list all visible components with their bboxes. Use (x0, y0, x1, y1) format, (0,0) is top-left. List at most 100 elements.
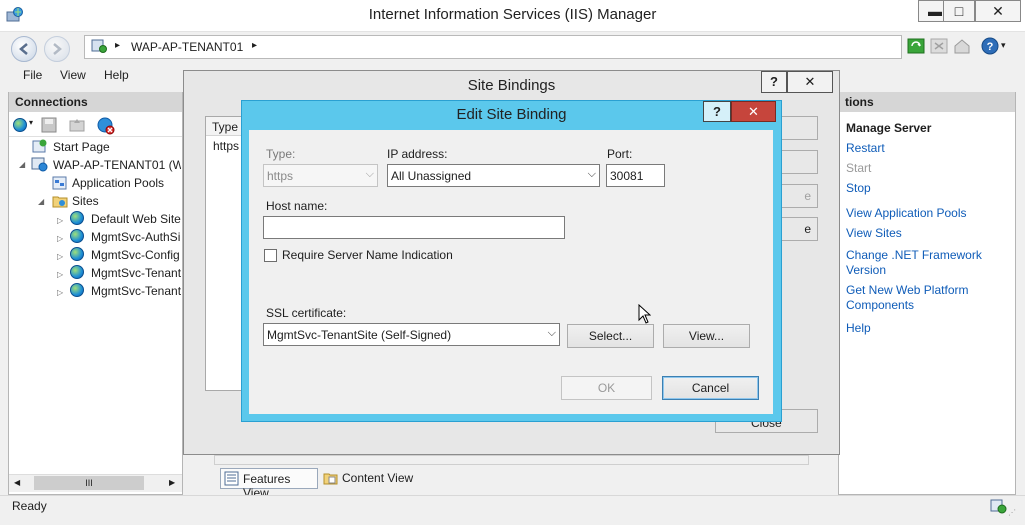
edit-binding-help-button[interactable]: ? (703, 101, 731, 122)
close-window-button[interactable]: ✕ (975, 0, 1021, 22)
mouse-cursor-icon (638, 304, 651, 324)
connections-toolbar (9, 113, 182, 137)
action-view-sites[interactable]: View Sites (846, 226, 902, 240)
site-globe-icon (70, 247, 84, 261)
status-server-icon (990, 499, 1007, 514)
ssl-certificate-value: MgmtSvc-TenantSite (Self-Signed) (267, 328, 452, 342)
action-view-application-pools[interactable]: View Application Pools (846, 206, 967, 220)
tree-server[interactable]: WAP-AP-TENANT01 (WA (53, 158, 181, 172)
ip-address-value: All Unassigned (391, 169, 472, 183)
status-bar (0, 495, 1025, 525)
select-certificate-button[interactable]: Select... (567, 324, 654, 348)
svg-text:?: ? (987, 41, 994, 53)
breadcrumb-arrow-end[interactable]: ▸ (252, 40, 257, 51)
host-name-label: Host name: (266, 199, 328, 213)
manage-server-heading: Manage Server (846, 121, 932, 135)
tree-expand-icon[interactable]: ▷ (57, 234, 63, 243)
tree-expand-icon[interactable]: ▷ (57, 216, 63, 225)
scroll-thumb[interactable]: III (34, 476, 144, 490)
actions-header: tions (839, 92, 1015, 112)
port-label: Port: (607, 147, 633, 161)
sites-folder-icon (52, 196, 68, 208)
action-help[interactable]: Help (846, 321, 871, 335)
action-restart[interactable]: Restart (846, 141, 885, 155)
type-label: Type: (266, 147, 296, 161)
connect-dropdown-icon[interactable]: ▾ (29, 118, 33, 127)
forward-button[interactable] (44, 36, 70, 62)
breadcrumb-server[interactable]: WAP-AP-TENANT01 (131, 40, 243, 54)
cancel-button[interactable]: Cancel (662, 376, 759, 400)
tree-site-item[interactable]: MgmtSvc-Config (91, 248, 182, 262)
status-text: Ready (12, 499, 47, 513)
ssl-certificate-select[interactable]: MgmtSvc-TenantSite (Self-Signed) ⌵ (263, 323, 560, 346)
ok-button[interactable]: OK (561, 376, 652, 400)
site-globe-icon (70, 211, 84, 225)
start-page-icon (32, 139, 47, 153)
chevron-down-icon: ⌵ (587, 168, 596, 180)
site-bindings-close-button[interactable]: ✕ (787, 71, 833, 93)
save-icon[interactable] (41, 117, 57, 133)
tree-expand-icon[interactable]: ▷ (57, 288, 63, 297)
help-icon[interactable]: ? (981, 37, 999, 55)
window-title: Internet Information Services (IIS) Mana… (368, 6, 657, 23)
port-input[interactable]: 30081 (606, 164, 665, 187)
resize-grip-icon[interactable]: ⋰ (1008, 508, 1016, 517)
site-globe-icon (70, 283, 84, 297)
menu-file[interactable]: File (23, 68, 42, 82)
tree-site-item[interactable]: MgmtSvc-AuthSi (91, 230, 182, 244)
require-sni-checkbox[interactable] (264, 249, 277, 262)
bindings-column-type[interactable]: Type (206, 117, 241, 136)
menu-help[interactable]: Help (104, 68, 129, 82)
action-get-new-web-platform[interactable]: Get New Web Platform Components (846, 283, 996, 313)
back-arrow-icon (19, 43, 28, 55)
ssl-certificate-label: SSL certificate: (266, 306, 347, 320)
tree-sites[interactable]: Sites (72, 194, 99, 208)
edit-binding-close-button[interactable]: ✕ (731, 101, 776, 122)
action-change-net-framework[interactable]: Change .NET Framework Version (846, 248, 996, 278)
tree-site-item[interactable]: MgmtSvc-Tenant (91, 266, 182, 280)
app-pools-icon (52, 176, 67, 190)
content-view-icon (323, 473, 338, 485)
tree-expand-icon[interactable]: ▷ (57, 252, 63, 261)
scroll-left-icon[interactable]: ◀ (14, 478, 20, 487)
ip-address-label: IP address: (387, 147, 448, 161)
menu-view[interactable]: View (60, 68, 86, 82)
bindings-list[interactable] (205, 116, 242, 391)
edit-site-binding-title: Edit Site Binding (456, 106, 567, 123)
help-dropdown-icon[interactable]: ▾ (1001, 40, 1006, 51)
up-level-icon[interactable] (69, 117, 85, 133)
features-view-icon (224, 471, 239, 486)
tree-start-page[interactable]: Start Page (53, 140, 110, 154)
connections-header: Connections (9, 92, 182, 112)
site-bindings-help-button[interactable]: ? (761, 71, 787, 93)
ip-address-select[interactable]: All Unassigned ⌵ (387, 164, 600, 187)
home-icon[interactable] (953, 37, 971, 55)
stop-icon[interactable] (930, 37, 948, 55)
tree-site-item[interactable]: Default Web Site (91, 212, 181, 226)
tree-application-pools[interactable]: Application Pools (72, 176, 164, 190)
back-button[interactable] (11, 36, 37, 62)
server-node-icon (31, 157, 48, 172)
disconnect-icon[interactable] (97, 117, 115, 135)
connect-globe-icon[interactable] (13, 118, 27, 132)
tree-site-item[interactable]: MgmtSvc-Tenant (91, 284, 182, 298)
view-certificate-button[interactable]: View... (663, 324, 750, 348)
tree-collapse-icon[interactable]: ◢ (19, 160, 25, 169)
tree-collapse-sites-icon[interactable]: ◢ (38, 197, 44, 206)
action-start: Start (846, 161, 872, 175)
type-value: https (267, 169, 294, 183)
site-bindings-title: Site Bindings (467, 77, 556, 94)
action-stop[interactable]: Stop (846, 181, 871, 195)
content-view-label: Content View (342, 471, 414, 485)
chevron-down-icon: ⌵ (365, 168, 374, 180)
scroll-right-icon[interactable]: ▶ (169, 478, 175, 487)
site-globe-icon (70, 265, 84, 279)
tree-expand-icon[interactable]: ▷ (57, 270, 63, 279)
host-name-input[interactable] (263, 216, 565, 239)
maximize-button[interactable]: □ (943, 0, 975, 22)
breadcrumb-arrow[interactable]: ▸ (115, 40, 120, 51)
refresh-icon[interactable] (907, 37, 925, 55)
binding-row-type[interactable]: https (213, 139, 239, 153)
center-hscrollbar[interactable] (214, 455, 809, 465)
require-sni-label[interactable]: Require Server Name Indication (282, 248, 453, 262)
